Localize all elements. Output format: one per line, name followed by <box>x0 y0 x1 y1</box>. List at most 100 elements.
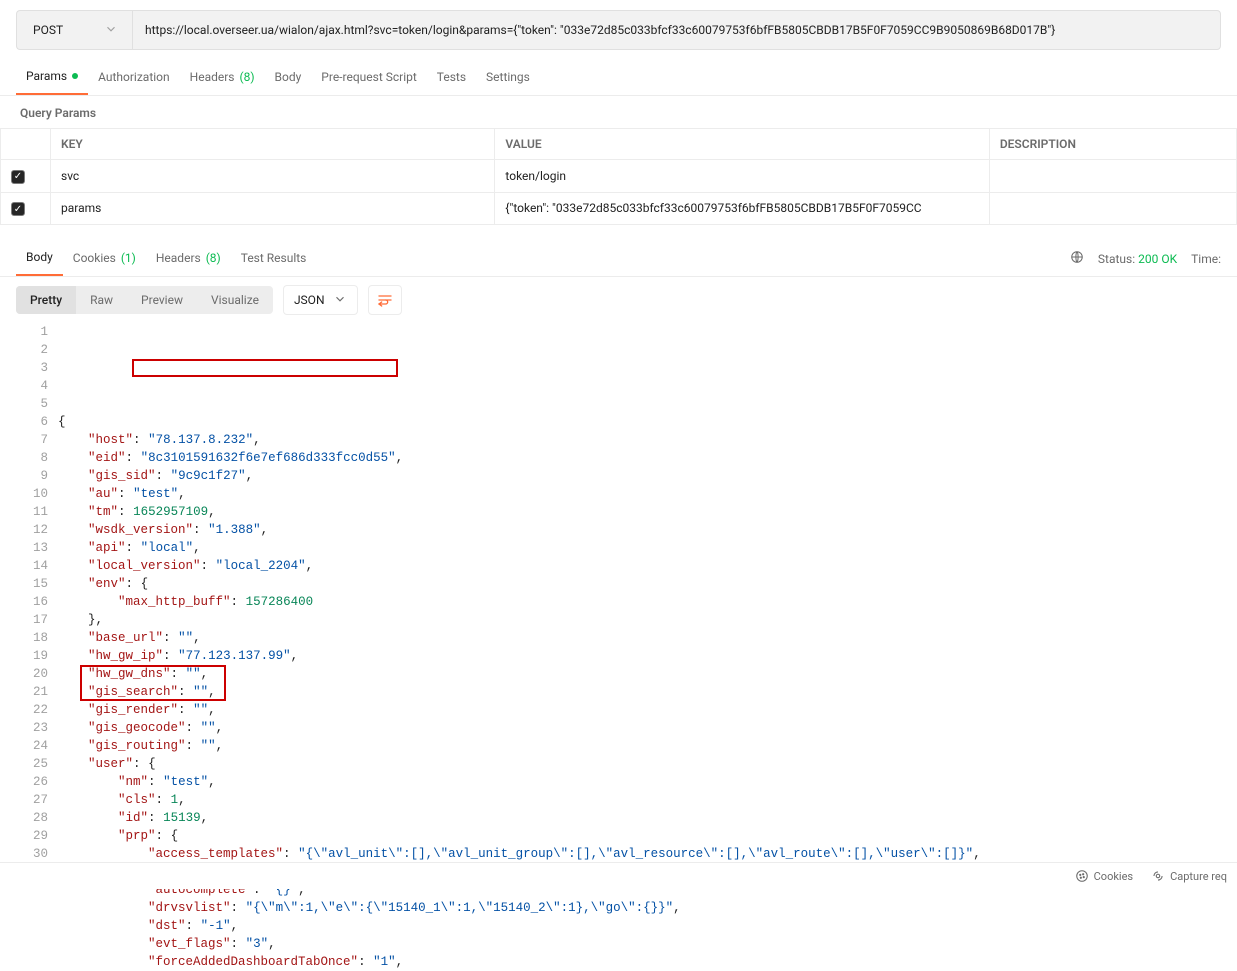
code-line[interactable]: "gis_sid": "9c9c1f27", <box>58 467 1237 485</box>
column-header-value: VALUE <box>495 129 989 160</box>
param-row[interactable]: ✓ svctoken/login <box>1 160 1237 193</box>
tab-tests[interactable]: Tests <box>427 61 476 94</box>
line-number: 18 <box>16 629 48 647</box>
tab-body[interactable]: Body <box>265 61 312 94</box>
param-value-cell[interactable]: {"token": "033e72d85c033bfcf33c60079753f… <box>495 192 989 225</box>
response-view-toolbar: Pretty Raw Preview Visualize JSON <box>0 277 1237 323</box>
code-line[interactable]: "dst": "-1", <box>58 917 1237 935</box>
res-tab-cookies-label: Cookies <box>73 251 116 265</box>
footer-capture-button[interactable]: Capture req <box>1151 869 1227 883</box>
wrap-lines-button[interactable] <box>368 285 402 315</box>
code-line[interactable]: }, <box>58 611 1237 629</box>
code-line[interactable]: "host": "78.137.8.232", <box>58 431 1237 449</box>
request-url-input[interactable] <box>132 10 1221 50</box>
param-value-cell[interactable]: token/login <box>495 160 989 193</box>
line-number: 15 <box>16 575 48 593</box>
line-number: 6 <box>16 413 48 431</box>
body-type-select[interactable]: JSON <box>283 285 358 315</box>
code-line[interactable]: "nm": "test", <box>58 773 1237 791</box>
code-line[interactable]: "gis_routing": "", <box>58 737 1237 755</box>
query-params-table: KEY VALUE DESCRIPTION ✓svctoken/login✓pa… <box>0 128 1237 225</box>
response-tabs: Body Cookies (1) Headers (8) Test Result… <box>0 231 1237 277</box>
tab-authorization[interactable]: Authorization <box>88 61 180 94</box>
chevron-down-icon <box>333 292 347 309</box>
res-tab-headers-label: Headers <box>156 251 201 265</box>
view-preview-button[interactable]: Preview <box>127 286 197 314</box>
line-number: 23 <box>16 719 48 737</box>
line-number: 17 <box>16 611 48 629</box>
res-tab-cookies[interactable]: Cookies (1) <box>63 242 146 275</box>
line-number: 21 <box>16 683 48 701</box>
column-header-check <box>1 129 51 160</box>
params-modified-dot-icon <box>72 73 78 79</box>
line-number: 10 <box>16 485 48 503</box>
code-line[interactable]: "hw_gw_dns": "", <box>58 665 1237 683</box>
footer-cookies-label: Cookies <box>1094 870 1133 883</box>
param-key-cell[interactable]: svc <box>51 160 495 193</box>
tab-settings[interactable]: Settings <box>476 61 540 94</box>
code-line[interactable]: "forceAddedDashboardTabOnce": "1", <box>58 953 1237 971</box>
code-line[interactable]: "base_url": "", <box>58 629 1237 647</box>
code-line[interactable]: "max_http_buff": 157286400 <box>58 593 1237 611</box>
globe-icon[interactable] <box>1070 250 1084 267</box>
footer-capture-label: Capture req <box>1170 870 1227 883</box>
tab-headers[interactable]: Headers (8) <box>180 61 265 94</box>
code-line[interactable]: "tm": 1652957109, <box>58 503 1237 521</box>
code-line[interactable]: "id": 15139, <box>58 809 1237 827</box>
query-params-title: Query Params <box>0 96 1237 128</box>
cookie-icon <box>1075 869 1089 883</box>
code-line[interactable]: "gis_render": "", <box>58 701 1237 719</box>
code-line[interactable]: "gis_search": "", <box>58 683 1237 701</box>
view-raw-button[interactable]: Raw <box>76 286 127 314</box>
line-number: 7 <box>16 431 48 449</box>
line-number: 3 <box>16 359 48 377</box>
param-desc-cell[interactable] <box>989 160 1236 193</box>
line-number: 22 <box>16 701 48 719</box>
code-line[interactable]: "env": { <box>58 575 1237 593</box>
line-number: 16 <box>16 593 48 611</box>
param-checkbox[interactable]: ✓ <box>11 170 25 184</box>
line-number: 26 <box>16 773 48 791</box>
line-number: 1 <box>16 323 48 341</box>
line-number: 25 <box>16 755 48 773</box>
param-key-cell[interactable]: params <box>51 192 495 225</box>
view-pretty-button[interactable]: Pretty <box>16 286 76 314</box>
chevron-down-icon <box>104 22 118 39</box>
code-line[interactable]: "evt_flags": "3", <box>58 935 1237 953</box>
param-desc-cell[interactable] <box>989 192 1236 225</box>
tab-params[interactable]: Params <box>16 60 88 95</box>
code-line[interactable]: "au": "test", <box>58 485 1237 503</box>
code-line[interactable]: "user": { <box>58 755 1237 773</box>
http-method-select[interactable]: POST <box>16 10 132 50</box>
footer-cookies-button[interactable]: Cookies <box>1075 869 1133 883</box>
tab-prerequest-script[interactable]: Pre-request Script <box>311 61 426 94</box>
code-line[interactable]: { <box>58 413 1237 431</box>
line-number: 2 <box>16 341 48 359</box>
code-line[interactable]: "cls": 1, <box>58 791 1237 809</box>
code-line[interactable]: "api": "local", <box>58 539 1237 557</box>
code-line[interactable]: "wsdk_version": "1.388", <box>58 521 1237 539</box>
line-number: 12 <box>16 521 48 539</box>
line-number: 24 <box>16 737 48 755</box>
http-method-label: POST <box>33 23 63 37</box>
body-type-label: JSON <box>294 293 325 307</box>
param-checkbox[interactable]: ✓ <box>11 202 25 216</box>
satellite-icon <box>1151 869 1165 883</box>
line-number: 11 <box>16 503 48 521</box>
param-row[interactable]: ✓ params{"token": "033e72d85c033bfcf33c60… <box>1 192 1237 225</box>
code-line[interactable]: "drvsvlist": "{\"m\":1,\"e\":{\"15140_1\… <box>58 899 1237 917</box>
code-line[interactable]: "gis_geocode": "", <box>58 719 1237 737</box>
line-number: 4 <box>16 377 48 395</box>
view-visualize-button[interactable]: Visualize <box>197 286 273 314</box>
time-label: Time: <box>1191 252 1221 266</box>
code-line[interactable]: "hw_gw_ip": "77.123.137.99", <box>58 647 1237 665</box>
line-number: 9 <box>16 467 48 485</box>
code-line[interactable]: "local_version": "local_2204", <box>58 557 1237 575</box>
res-tab-body[interactable]: Body <box>16 241 63 276</box>
res-tab-headers[interactable]: Headers (8) <box>146 242 231 275</box>
code-line[interactable]: "access_templates": "{\"avl_unit\":[],\"… <box>58 845 1237 863</box>
annotation-eid-highlight <box>132 359 398 377</box>
res-tab-test-results[interactable]: Test Results <box>231 242 317 275</box>
code-line[interactable]: "prp": { <box>58 827 1237 845</box>
code-line[interactable]: "eid": "8c3101591632f6e7ef686d333fcc0d55… <box>58 449 1237 467</box>
